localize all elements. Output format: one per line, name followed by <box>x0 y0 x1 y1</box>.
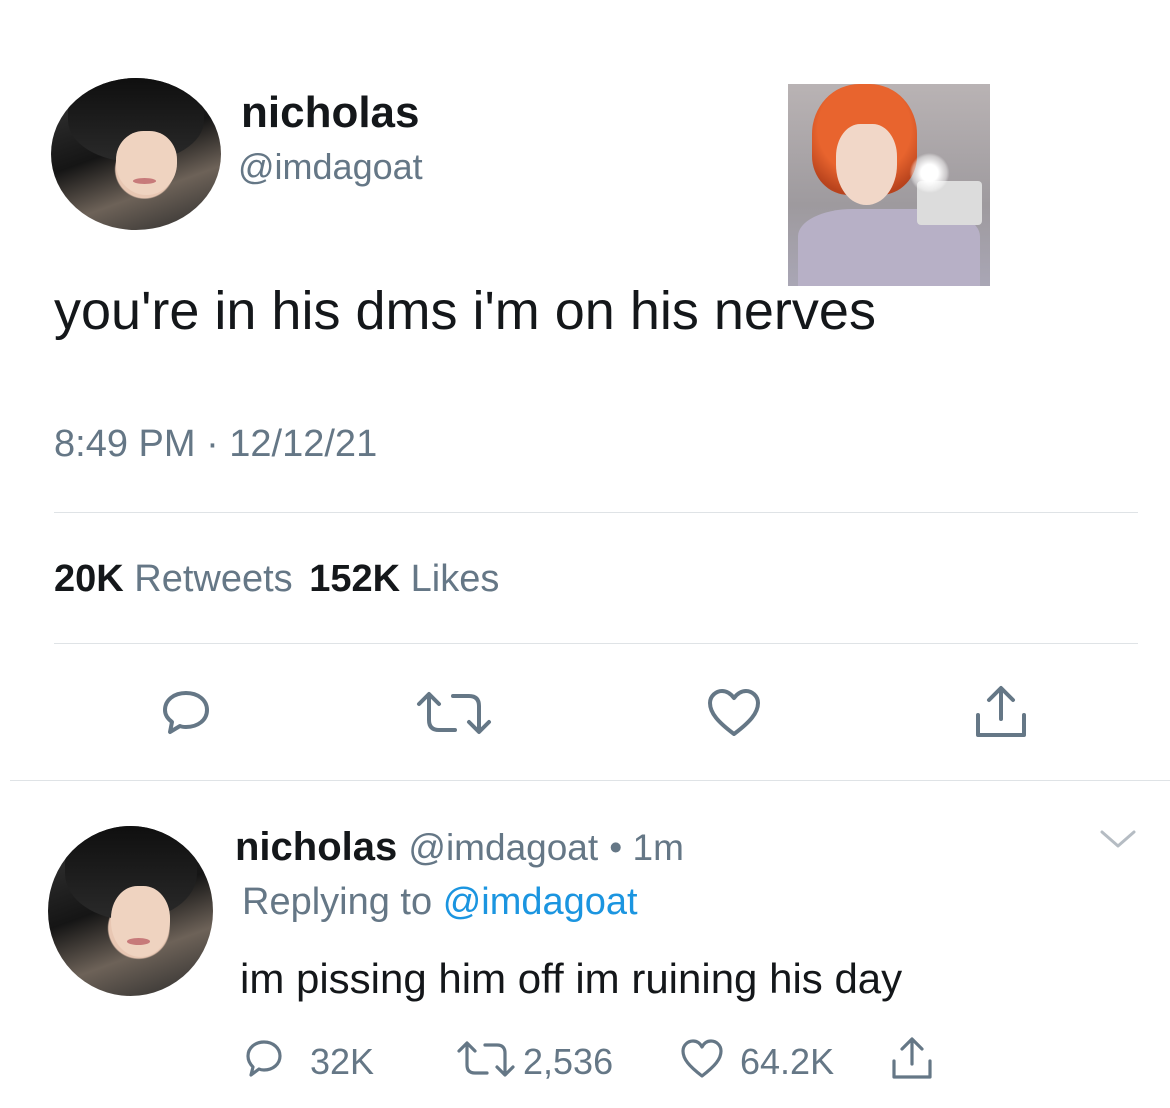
replying-to: Replying to @imdagoat <box>242 881 638 924</box>
retweet-icon[interactable] <box>413 690 495 736</box>
tweet-stats: 20K Retweets 152K Likes <box>54 558 499 601</box>
attached-photo[interactable] <box>788 84 990 286</box>
tweet-avatar[interactable] <box>51 78 221 230</box>
reply-header: nicholas @imdagoat • 1m <box>235 825 684 870</box>
tweet-display-name[interactable]: nicholas <box>241 88 420 138</box>
replying-prefix: Replying to <box>242 881 433 923</box>
reply-icon[interactable] <box>160 688 212 736</box>
divider-bottom <box>54 643 1138 644</box>
reply-handle[interactable]: @imdagoat <box>408 827 598 868</box>
avatar-face <box>110 885 171 957</box>
reply-time[interactable]: • 1m <box>609 827 684 868</box>
tweet-timestamp[interactable]: 8:49 PM · 12/12/21 <box>54 423 377 466</box>
reply-display-name[interactable]: nicholas <box>235 825 397 869</box>
share-icon[interactable] <box>890 1037 934 1081</box>
retweet-icon[interactable] <box>455 1039 517 1079</box>
photo-face <box>836 124 898 206</box>
reply-text: im pissing him off im ruining his day <box>240 955 903 1002</box>
section-divider <box>10 780 1170 781</box>
avatar-face <box>115 131 177 196</box>
reply-avatar[interactable] <box>48 826 213 996</box>
photo-flash <box>909 152 950 194</box>
like-icon[interactable] <box>680 1039 724 1079</box>
like-icon[interactable] <box>706 688 762 738</box>
divider-top <box>54 512 1138 513</box>
tweet-handle[interactable]: @imdagoat <box>238 146 423 188</box>
retweets-count[interactable]: 20K <box>54 558 124 600</box>
retweet-count: 2,536 <box>523 1041 614 1082</box>
like-count: 64.2K <box>740 1041 835 1082</box>
tweet-text: you're in his dms i'm on his nerves <box>54 281 876 341</box>
reply-actions: 32K 2,536 64.2K <box>240 1035 1000 1085</box>
retweets-label[interactable]: Retweets <box>134 558 292 600</box>
reply-icon[interactable] <box>244 1039 284 1079</box>
avatar-mouth <box>127 938 151 945</box>
chevron-down-icon[interactable] <box>1098 828 1138 852</box>
reply-count: 32K <box>310 1041 375 1082</box>
replying-to-link[interactable]: @imdagoat <box>443 881 638 923</box>
likes-label[interactable]: Likes <box>411 558 500 600</box>
likes-count[interactable]: 152K <box>309 558 400 600</box>
share-icon[interactable] <box>973 685 1029 739</box>
